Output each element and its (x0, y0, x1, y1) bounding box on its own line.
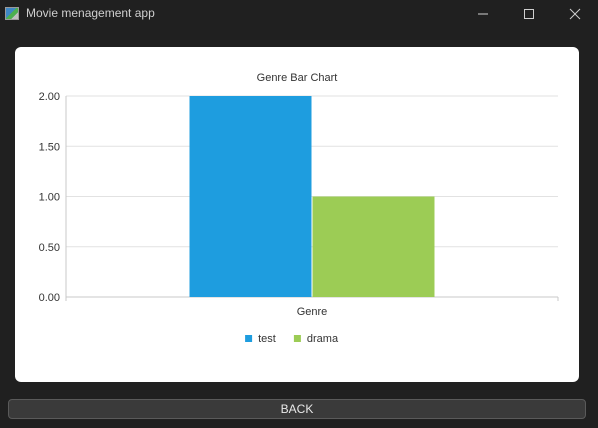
y-tick-label: 0.50 (39, 242, 60, 254)
minimize-icon (478, 13, 488, 15)
grid-lines (66, 95, 558, 298)
window-title: Movie menagement app (26, 6, 155, 20)
chart-title: Genre Bar Chart (257, 72, 338, 84)
y-tick-label: 0.00 (39, 292, 60, 304)
legend: test drama (245, 333, 339, 345)
genre-bar-chart: Genre Bar Chart 0.00 0.50 1.00 1.50 2.00 Genr… (39, 72, 559, 345)
axes (65, 96, 559, 301)
chart-panel: Genre Bar Chart 0.00 0.50 1.00 1.50 2.00 Genr… (15, 47, 579, 382)
y-tick-label: 1.00 (39, 192, 60, 204)
y-tick-label: 2.00 (39, 91, 60, 103)
maximize-icon (524, 9, 534, 19)
close-button[interactable] (552, 0, 598, 28)
app-icon (5, 7, 19, 20)
x-category-label: Genre (297, 306, 328, 318)
legend-label-drama: drama (307, 333, 339, 345)
bar-test (189, 96, 312, 297)
legend-label-test: test (258, 333, 276, 345)
back-button[interactable]: BACK (8, 399, 586, 419)
y-tick-label: 1.50 (39, 141, 60, 153)
maximize-button[interactable] (506, 0, 552, 28)
minimize-button[interactable] (460, 0, 506, 28)
close-icon (569, 8, 581, 20)
bar-drama (312, 196, 435, 297)
title-bar: Movie menagement app (0, 0, 598, 28)
legend-swatch-test (245, 335, 253, 342)
legend-swatch-drama (293, 335, 301, 342)
